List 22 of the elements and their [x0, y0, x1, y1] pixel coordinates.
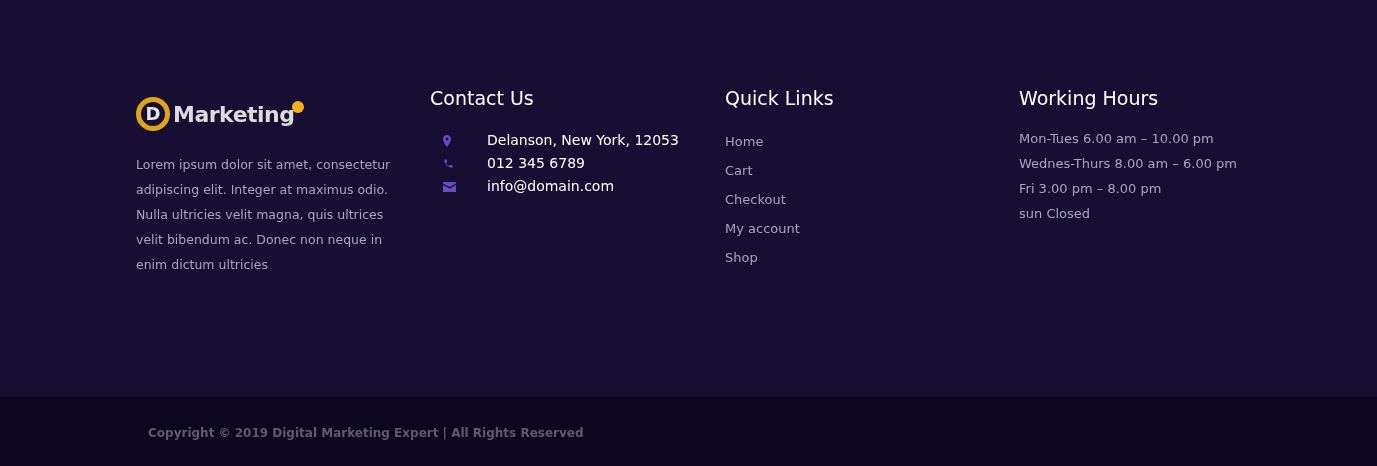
footer-link[interactable]: Home — [725, 127, 764, 156]
footer-link[interactable]: Cart — [725, 156, 753, 185]
hours-line: Wednes-Thurs 8.00 am – 6.00 pm — [1019, 155, 1238, 173]
phone-icon — [443, 158, 454, 169]
section-heading: Quick Links — [725, 86, 835, 111]
logo-letter: D — [145, 105, 161, 123]
contact-detail: info@domain.com — [487, 177, 615, 196]
location-pin-icon — [443, 134, 451, 147]
contact-detail: 012 345 6789 — [487, 154, 585, 173]
hours-line: Fri 3.00 pm – 8.00 pm — [1019, 180, 1163, 198]
footer-link[interactable]: Shop — [725, 243, 758, 272]
contact-detail: Delanson, New York, 12053 — [487, 131, 679, 150]
footer-link[interactable]: My account — [725, 214, 800, 243]
hours-line: sun Closed — [1019, 205, 1092, 223]
hours-line: Mon-Tues 6.00 am – 10.00 pm — [1019, 130, 1215, 148]
footer-link[interactable]: Checkout — [725, 185, 786, 214]
logo-text: Marketing — [173, 101, 295, 127]
section-heading: Working Hours — [1019, 86, 1160, 111]
about-paragraph: Lorem ipsum dolor sit amet, consectetur adipiscing elit. Integer at maximus odio. Nulla ultricies velit magna, quis ultrices velit bibendum ac. Donec non neque in enim dictum ultricies — [136, 156, 392, 274]
copyright-text: Copyright © 2019 Digital Marketing Expert | All Rights Reserved — [148, 425, 584, 442]
section-heading: Contact Us — [430, 86, 535, 111]
envelope-icon — [443, 181, 456, 192]
